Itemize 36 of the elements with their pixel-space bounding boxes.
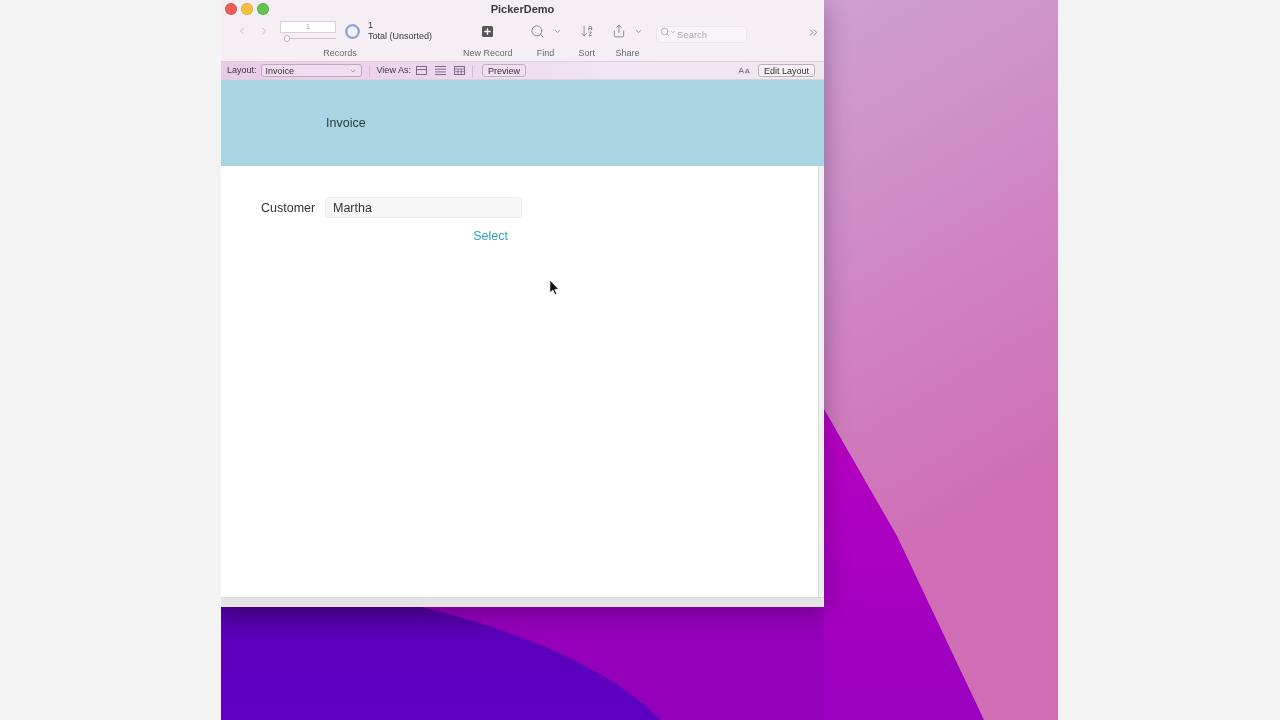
close-button[interactable] bbox=[225, 3, 237, 15]
table-view-icon[interactable] bbox=[453, 66, 465, 75]
preview-button[interactable]: Preview bbox=[481, 64, 526, 77]
find-button[interactable]: Find bbox=[525, 18, 566, 59]
edit-layout-button[interactable]: Edit Layout bbox=[757, 64, 815, 77]
view-as-label: View As: bbox=[376, 65, 411, 76]
slider-thumb[interactable] bbox=[284, 34, 290, 42]
mouse-pointer-icon bbox=[549, 279, 560, 296]
zoom-button[interactable] bbox=[257, 3, 269, 15]
list-view-icon[interactable] bbox=[434, 66, 446, 75]
search-icon bbox=[529, 23, 545, 39]
ring-icon bbox=[345, 23, 360, 39]
found-status: Total (Unsorted) bbox=[368, 31, 433, 42]
found-count: 1 bbox=[368, 20, 374, 31]
share-button[interactable]: Share bbox=[608, 18, 648, 59]
share-icon bbox=[612, 24, 627, 38]
text-size-icon[interactable] bbox=[737, 64, 750, 77]
sort-icon bbox=[579, 24, 594, 38]
minimize-button[interactable] bbox=[241, 3, 253, 15]
layout-dropdown[interactable]: Invoice bbox=[260, 64, 362, 77]
select-button[interactable]: Select bbox=[473, 229, 508, 243]
search-icon bbox=[660, 27, 671, 37]
caret-icon bbox=[670, 29, 677, 35]
record-slider[interactable] bbox=[284, 34, 336, 42]
new-record-button[interactable]: New Record bbox=[459, 18, 517, 59]
sort-button[interactable]: Sort bbox=[574, 18, 600, 59]
layout-title: Invoice bbox=[326, 116, 366, 130]
search-field[interactable]: Search bbox=[656, 26, 748, 43]
window-title: PickerDemo bbox=[490, 2, 555, 16]
records-label: Records bbox=[323, 47, 357, 59]
plus-square-icon bbox=[482, 25, 494, 37]
customer-field[interactable]: Martha bbox=[325, 197, 522, 218]
field-label: Customer bbox=[261, 200, 317, 215]
layout-label: Layout: bbox=[227, 65, 257, 76]
chevrons-right-icon[interactable] bbox=[807, 26, 820, 39]
form-view-icon[interactable] bbox=[415, 66, 427, 75]
